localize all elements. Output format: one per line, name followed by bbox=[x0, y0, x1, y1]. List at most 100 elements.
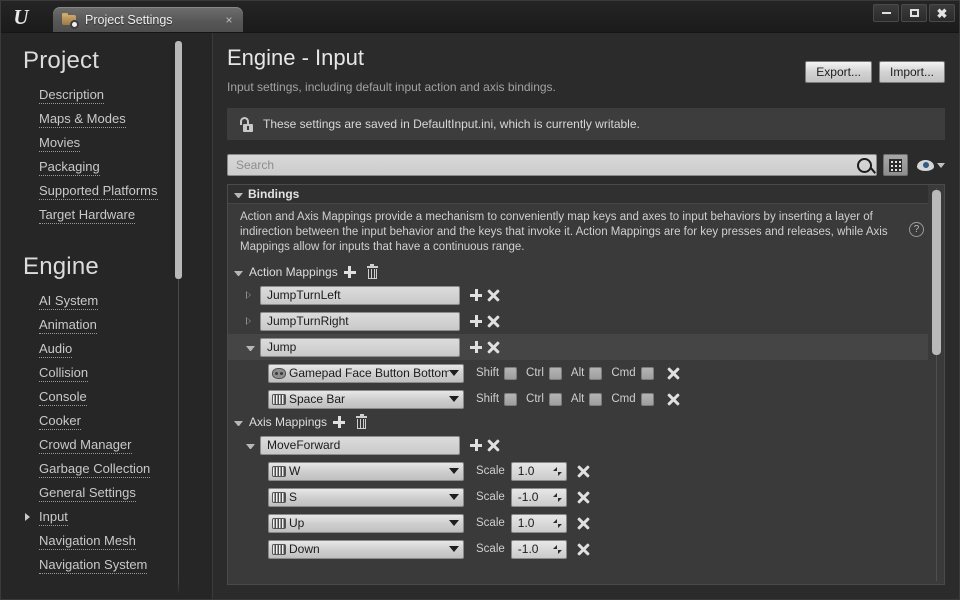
scrollbar-thumb[interactable] bbox=[932, 190, 941, 355]
action-key-row-space-bar[interactable]: Space Bar Shift Ctrl Alt Cmd bbox=[228, 386, 928, 412]
ctrl-checkbox[interactable] bbox=[548, 366, 562, 380]
minimize-button[interactable] bbox=[873, 4, 899, 22]
shift-checkbox[interactable] bbox=[504, 392, 518, 406]
remove-key-icon[interactable] bbox=[667, 367, 680, 380]
help-icon[interactable]: ? bbox=[909, 222, 924, 237]
export-button[interactable]: Export... bbox=[805, 61, 872, 83]
collapse-triangle-icon[interactable] bbox=[246, 444, 255, 449]
cmd-checkbox[interactable] bbox=[640, 392, 654, 406]
collapse-triangle-icon[interactable] bbox=[234, 421, 243, 426]
expand-triangle-icon[interactable] bbox=[246, 290, 255, 299]
collapse-triangle-icon[interactable] bbox=[234, 271, 243, 276]
import-button[interactable]: Import... bbox=[878, 61, 945, 83]
alt-checkbox[interactable] bbox=[589, 392, 603, 406]
axis-key-row-up[interactable]: Up Scale 1.0 bbox=[228, 510, 928, 536]
key-select[interactable]: Up bbox=[268, 513, 464, 533]
key-select[interactable]: S bbox=[268, 487, 464, 507]
remove-key-icon[interactable] bbox=[667, 393, 680, 406]
sidebar-scrollbar[interactable] bbox=[175, 41, 182, 595]
add-key-icon[interactable] bbox=[470, 315, 482, 327]
bindings-description: Action and Axis Mappings provide a mecha… bbox=[228, 204, 928, 262]
spinner-icon[interactable] bbox=[552, 544, 563, 555]
bindings-panel: Bindings Action and Axis Mappings provid… bbox=[227, 184, 945, 585]
scale-input[interactable]: 1.0 bbox=[510, 513, 567, 533]
collapse-triangle-icon[interactable] bbox=[234, 193, 243, 198]
bindings-description-text: Action and Axis Mappings provide a mecha… bbox=[240, 211, 888, 253]
remove-mapping-icon[interactable] bbox=[487, 341, 500, 354]
search-input[interactable]: Search bbox=[227, 154, 877, 176]
action-mapping-row-jump[interactable]: Jump bbox=[228, 334, 928, 360]
delete-all-axis-mappings-icon[interactable] bbox=[356, 413, 368, 429]
close-icon[interactable]: × bbox=[221, 12, 237, 28]
scale-label: Scale bbox=[476, 465, 505, 477]
ctrl-label: Ctrl bbox=[526, 393, 544, 405]
action-mapping-row-jumpturnright[interactable]: JumpTurnRight bbox=[228, 308, 928, 334]
cmd-checkbox[interactable] bbox=[640, 366, 654, 380]
remove-key-icon[interactable] bbox=[577, 543, 590, 556]
add-key-icon[interactable] bbox=[470, 341, 482, 353]
remove-key-icon[interactable] bbox=[577, 491, 590, 504]
keyboard-icon bbox=[272, 517, 286, 529]
remove-key-icon[interactable] bbox=[577, 517, 590, 530]
action-mappings-group-header[interactable]: Action Mappings bbox=[228, 262, 928, 282]
bindings-scrollbar[interactable] bbox=[932, 188, 941, 581]
search-icon[interactable] bbox=[857, 157, 872, 173]
scrollbar-thumb[interactable] bbox=[175, 41, 182, 279]
import-export-buttons: Export... Import... bbox=[805, 61, 945, 83]
delete-all-action-mappings-icon[interactable] bbox=[366, 263, 378, 279]
remove-key-icon[interactable] bbox=[577, 465, 590, 478]
add-key-icon[interactable] bbox=[470, 439, 482, 451]
key-select[interactable]: Gamepad Face Button Bottom bbox=[268, 363, 464, 383]
shift-checkbox[interactable] bbox=[504, 366, 518, 380]
add-action-mapping-icon[interactable] bbox=[343, 266, 356, 278]
shift-label: Shift bbox=[476, 393, 500, 405]
infobar-text: These settings are saved in DefaultInput… bbox=[263, 117, 640, 131]
key-select[interactable]: Space Bar bbox=[268, 389, 464, 409]
spinner-icon[interactable] bbox=[552, 492, 563, 503]
axis-mappings-group-header[interactable]: Axis Mappings bbox=[228, 412, 928, 432]
key-label: Space Bar bbox=[289, 392, 346, 406]
spinner-icon[interactable] bbox=[552, 466, 563, 477]
remove-mapping-icon[interactable] bbox=[487, 439, 500, 452]
axis-key-row-s[interactable]: S Scale -1.0 bbox=[228, 484, 928, 510]
sidebar-item-label: Description bbox=[39, 87, 105, 104]
remove-mapping-icon[interactable] bbox=[487, 315, 500, 328]
axis-mappings-label: Axis Mappings bbox=[249, 415, 328, 429]
axis-key-row-w[interactable]: W Scale 1.0 bbox=[228, 458, 928, 484]
ctrl-checkbox[interactable] bbox=[548, 392, 562, 406]
collapse-triangle-icon[interactable] bbox=[246, 346, 255, 351]
keyboard-icon bbox=[272, 543, 286, 555]
grid-view-button[interactable] bbox=[883, 154, 908, 176]
axis-name-input[interactable]: MoveForward bbox=[260, 435, 460, 455]
key-label: W bbox=[289, 464, 301, 478]
chevron-down-icon bbox=[449, 396, 459, 402]
folder-gear-icon bbox=[62, 12, 79, 29]
add-key-icon[interactable] bbox=[470, 289, 482, 301]
ctrl-label: Ctrl bbox=[526, 367, 544, 379]
key-select[interactable]: W bbox=[268, 461, 464, 481]
action-name-input[interactable]: JumpTurnRight bbox=[260, 311, 460, 331]
tab-project-settings[interactable]: Project Settings × bbox=[53, 7, 243, 32]
alt-checkbox[interactable] bbox=[589, 366, 603, 380]
expand-triangle-icon[interactable] bbox=[246, 316, 255, 325]
spinner-icon[interactable] bbox=[552, 518, 563, 529]
chevron-down-icon bbox=[937, 162, 945, 168]
action-key-row-gamepad-face-button-bottom[interactable]: Gamepad Face Button Bottom Shift Ctrl Al… bbox=[228, 360, 928, 386]
scale-input[interactable]: -1.0 bbox=[510, 487, 567, 507]
action-name-input[interactable]: JumpTurnLeft bbox=[260, 285, 460, 305]
restore-button[interactable] bbox=[901, 4, 927, 22]
sidebar-item-label: Target Hardware bbox=[39, 207, 136, 224]
axis-mapping-row-moveforward[interactable]: MoveForward bbox=[228, 432, 928, 458]
scale-input[interactable]: -1.0 bbox=[510, 539, 567, 559]
action-name-input[interactable]: Jump bbox=[260, 337, 460, 357]
visibility-options-button[interactable] bbox=[914, 159, 945, 171]
axis-key-row-down[interactable]: Down Scale -1.0 bbox=[228, 536, 928, 562]
add-axis-mapping-icon[interactable] bbox=[333, 416, 346, 428]
window-close-button[interactable]: ✖ bbox=[929, 4, 955, 22]
close-icon: ✖ bbox=[936, 5, 948, 21]
scale-input[interactable]: 1.0 bbox=[510, 461, 567, 481]
bindings-category-header[interactable]: Bindings bbox=[228, 185, 928, 204]
remove-mapping-icon[interactable] bbox=[487, 289, 500, 302]
action-mapping-row-jumpturnleft[interactable]: JumpTurnLeft bbox=[228, 282, 928, 308]
key-select[interactable]: Down bbox=[268, 539, 464, 559]
